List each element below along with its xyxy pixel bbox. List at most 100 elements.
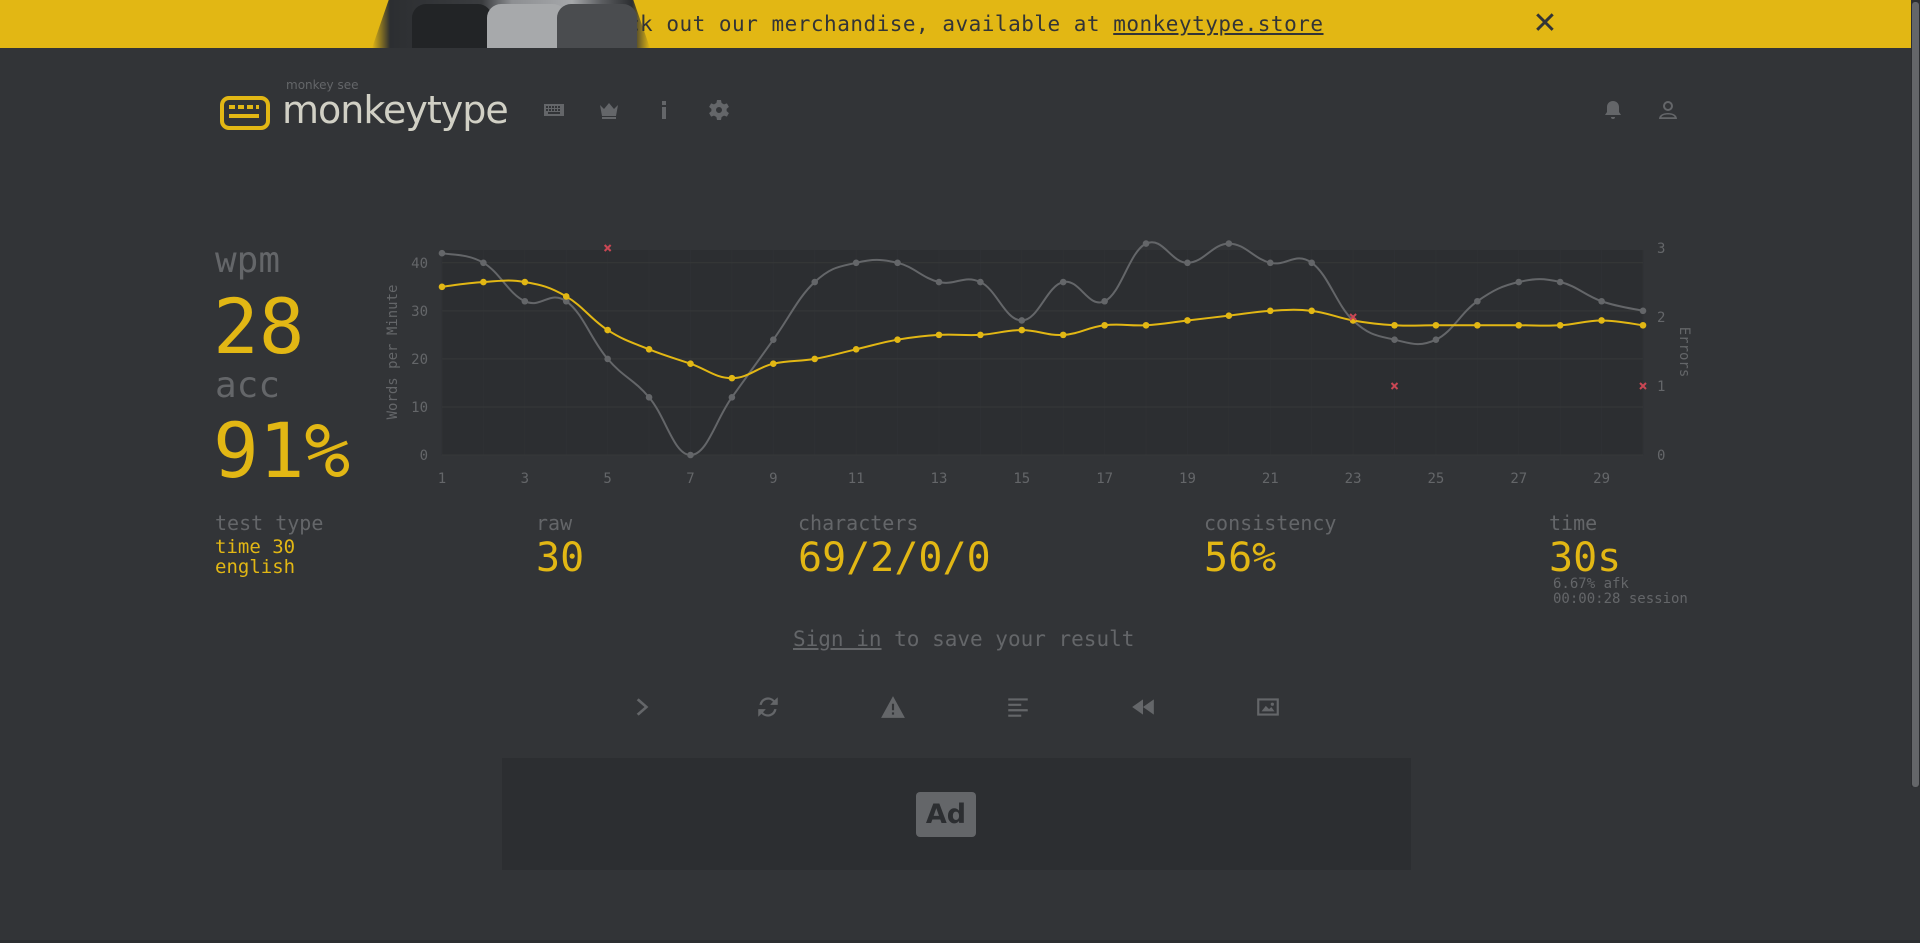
afk-percent: 6.67% afk bbox=[1553, 576, 1629, 592]
signin-text: to save your result bbox=[881, 627, 1135, 651]
chart-y-tick: 40 bbox=[411, 256, 428, 272]
characters-label: characters bbox=[798, 511, 919, 535]
scrollbar[interactable] bbox=[1911, 0, 1920, 787]
raw-wpm-point bbox=[977, 278, 984, 286]
chart-y-tick: 0 bbox=[420, 448, 428, 464]
keyboard-icon[interactable] bbox=[542, 98, 566, 122]
raw-wpm-point bbox=[604, 355, 611, 363]
wpm-point bbox=[687, 360, 694, 368]
raw-wpm-point bbox=[438, 249, 446, 257]
test-type-language[interactable]: english bbox=[215, 557, 295, 577]
gear-icon[interactable] bbox=[707, 98, 731, 122]
raw-wpm-point bbox=[521, 297, 529, 305]
raw-wpm-point bbox=[811, 278, 819, 286]
crown-icon[interactable] bbox=[597, 98, 621, 122]
wpm-point bbox=[1432, 321, 1440, 329]
chart-y2-tick: 1 bbox=[1657, 379, 1665, 395]
raw-wpm-point bbox=[935, 278, 943, 286]
chart-y2-tick: 0 bbox=[1657, 448, 1665, 464]
session-time: 00:00:28 session bbox=[1553, 591, 1688, 607]
wpm-point bbox=[1101, 321, 1108, 329]
chart-y2-tick: 2 bbox=[1657, 310, 1665, 326]
banner-text: Check out our merchandise, available at … bbox=[587, 12, 1324, 36]
wpm-point bbox=[852, 345, 860, 353]
user-icon[interactable] bbox=[1656, 98, 1680, 122]
wpm-point bbox=[1391, 321, 1398, 329]
raw-wpm-point bbox=[480, 259, 487, 267]
wpm-point bbox=[811, 355, 819, 363]
chart-x-tick: 13 bbox=[931, 471, 948, 487]
next-test-icon[interactable] bbox=[630, 694, 656, 720]
raw-wpm-point bbox=[770, 336, 777, 343]
chart-x-tick: 17 bbox=[1096, 471, 1113, 487]
raw-wpm-point bbox=[645, 394, 653, 401]
screenshot-icon[interactable] bbox=[1255, 694, 1281, 720]
characters-value: 69/2/0/0 bbox=[798, 535, 991, 581]
wpm-point bbox=[1225, 312, 1233, 319]
raw-wpm-point bbox=[1556, 278, 1564, 286]
words-history-icon[interactable] bbox=[1005, 694, 1031, 720]
wpm-point bbox=[770, 360, 777, 368]
signin-link[interactable]: Sign in bbox=[793, 627, 882, 651]
report-icon[interactable] bbox=[880, 694, 906, 720]
wpm-point bbox=[562, 293, 570, 300]
bell-icon[interactable] bbox=[1601, 98, 1625, 122]
chart-x-tick: 3 bbox=[521, 471, 529, 487]
chart-plot-area bbox=[442, 250, 1643, 455]
wpm-point bbox=[604, 326, 611, 334]
logo-icon bbox=[220, 96, 270, 130]
raw-wpm-point bbox=[1515, 278, 1523, 286]
acc-value: 91% bbox=[213, 406, 351, 495]
raw-wpm-point bbox=[852, 259, 860, 267]
ad-badge: Ad bbox=[916, 792, 976, 837]
ad-container[interactable]: Ad bbox=[502, 758, 1411, 870]
wpm-point bbox=[1018, 326, 1026, 334]
wpm-point bbox=[1142, 321, 1150, 329]
chart-y-tick: 10 bbox=[411, 400, 428, 416]
chart-x-tick: 1 bbox=[438, 471, 446, 487]
wpm-point bbox=[1474, 321, 1481, 329]
logo[interactable]: monkey see monkeytype bbox=[220, 78, 509, 132]
wpm-point bbox=[1515, 321, 1523, 329]
wpm-point bbox=[480, 278, 487, 286]
raw-wpm-point bbox=[728, 394, 736, 401]
raw-wpm-point bbox=[894, 259, 901, 267]
wpm-label: wpm bbox=[215, 240, 281, 281]
chart-x-tick: 27 bbox=[1510, 471, 1527, 487]
wpm-point bbox=[1184, 317, 1191, 324]
test-type-mode[interactable]: time 30 bbox=[215, 537, 295, 557]
raw-wpm-point bbox=[1184, 259, 1191, 267]
raw-label: raw bbox=[536, 511, 573, 535]
restart-icon[interactable] bbox=[755, 694, 781, 720]
chart-y2-tick: 3 bbox=[1657, 241, 1665, 257]
replay-icon[interactable] bbox=[1130, 694, 1156, 720]
scrollbar-thumb[interactable] bbox=[1912, 2, 1919, 787]
merch-banner: Check out our merchandise, available at … bbox=[0, 0, 1911, 48]
wpm-point bbox=[977, 331, 984, 339]
raw-wpm-point bbox=[1266, 259, 1274, 267]
chart-x-tick: 15 bbox=[1013, 471, 1030, 487]
wpm-value: 28 bbox=[213, 282, 305, 371]
raw-wpm-point bbox=[1432, 336, 1440, 343]
time-value: 30s bbox=[1549, 535, 1622, 581]
wpm-point bbox=[1556, 321, 1564, 329]
close-icon[interactable]: ✕ bbox=[1530, 8, 1560, 40]
wpm-point bbox=[728, 374, 736, 382]
raw-wpm-point bbox=[1059, 278, 1067, 286]
chart-x-tick: 19 bbox=[1179, 471, 1196, 487]
raw-wpm-point bbox=[1598, 297, 1605, 305]
info-icon[interactable] bbox=[652, 98, 676, 122]
chart-x-tick: 9 bbox=[769, 471, 777, 487]
chart-x-tick: 7 bbox=[686, 471, 694, 487]
chart-y-axis-label: Words per Minute bbox=[385, 285, 401, 420]
consistency-value: 56% bbox=[1204, 535, 1277, 581]
merch-banner-image bbox=[372, 0, 650, 48]
wpm-point bbox=[1639, 321, 1647, 329]
raw-wpm-point bbox=[1101, 297, 1108, 305]
merch-store-link[interactable]: monkeytype.store bbox=[1113, 12, 1323, 36]
wpm-point bbox=[894, 336, 901, 343]
wpm-point bbox=[1598, 317, 1605, 324]
wpm-chart[interactable]: 0 10 20 30 40 0 1 2 3 1 3 5 7 9 11 13 15 17 19 21 23 25 27 29 Wo… bbox=[380, 240, 1700, 490]
wpm-point bbox=[438, 283, 446, 291]
chart-x-tick: 21 bbox=[1262, 471, 1279, 487]
